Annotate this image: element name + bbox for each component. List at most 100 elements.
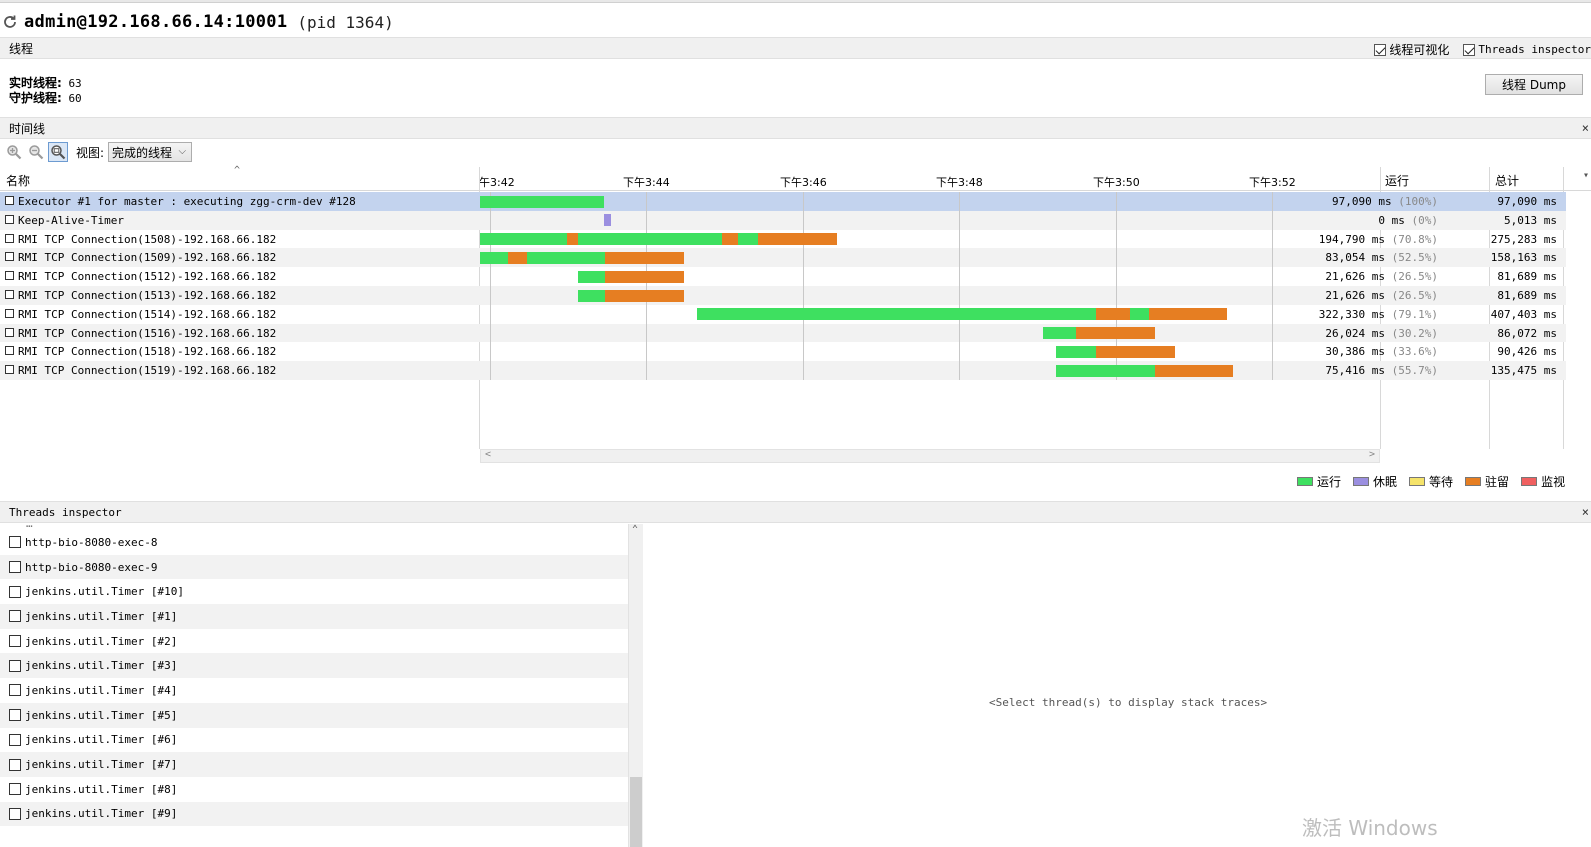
- inspector-list-item[interactable]: jenkins.util.Timer [#3]: [0, 653, 628, 679]
- zoom-in-icon[interactable]: [4, 142, 24, 162]
- inspector-item-checkbox[interactable]: [9, 536, 21, 549]
- thread-state-bar: [1149, 308, 1227, 321]
- view-select[interactable]: 完成的线程 ⌵: [108, 142, 193, 162]
- zoom-fit-icon[interactable]: [48, 142, 68, 162]
- timeline-horizontal-scrollbar[interactable]: < >: [480, 449, 1380, 463]
- thread-row-checkbox[interactable]: [5, 252, 14, 262]
- thread-row[interactable]: RMI TCP Connection(1516)-192.168.66.182 2…: [0, 323, 1566, 343]
- thread-row-checkbox[interactable]: [5, 233, 14, 243]
- legend-item: 等待: [1409, 473, 1453, 490]
- thread-row-name: RMI TCP Connection(1516)-192.168.66.182: [18, 326, 277, 340]
- thread-row[interactable]: Keep-Alive-Timer 0 ms (0%) 5,013 ms: [0, 210, 1566, 230]
- thread-row-run-time: 322,330 ms (79.1%): [1319, 308, 1438, 321]
- inspector-item-checkbox[interactable]: [9, 635, 21, 648]
- legend-label: 等待: [1429, 475, 1454, 489]
- run-column-header[interactable]: 运行: [1385, 172, 1409, 189]
- thread-row-checkbox[interactable]: [5, 196, 14, 205]
- inspector-list-item[interactable]: jenkins.util.Timer [#1]: [0, 604, 628, 629]
- scrollbar-thumb[interactable]: [630, 777, 642, 847]
- thread-row-name: RMI TCP Connection(1518)-192.168.66.182: [18, 345, 277, 359]
- inspector-list-item[interactable]: jenkins.util.Timer [#7]: [0, 752, 628, 777]
- thread-row[interactable]: RMI TCP Connection(1519)-192.168.66.182 7…: [0, 361, 1566, 380]
- thread-row[interactable]: RMI TCP Connection(1509)-192.168.66.182 8…: [0, 248, 1566, 268]
- inspector-item-name: http-bio-8080-exec-9: [25, 560, 158, 574]
- inspector-list-item[interactable]: jenkins.util.Timer [#8]: [0, 777, 628, 802]
- thread-state-bar: [1043, 327, 1076, 340]
- thread-state-bar: [567, 233, 578, 246]
- run-time-value: 75,416 ms: [1325, 364, 1386, 378]
- inspector-item-checkbox[interactable]: [9, 659, 21, 672]
- inspector-list-item[interactable]: jenkins.util.Timer [#5]: [0, 702, 628, 728]
- thread-row-checkbox[interactable]: [5, 289, 14, 299]
- close-icon[interactable]: ×: [1582, 121, 1589, 135]
- thread-state-bar: [480, 233, 567, 246]
- thread-row[interactable]: Executor #1 for master : executing zgg-c…: [0, 192, 1566, 211]
- inspector-item-checkbox[interactable]: [9, 684, 21, 697]
- zoom-out-icon[interactable]: [26, 142, 46, 162]
- thread-row-checkbox[interactable]: [5, 214, 14, 224]
- scroll-right-icon[interactable]: >: [1369, 449, 1375, 460]
- inspector-list-item[interactable]: jenkins.util.Timer [#2]: [0, 629, 628, 654]
- thread-row-checkbox[interactable]: [5, 271, 14, 281]
- scroll-left-icon[interactable]: <: [485, 449, 491, 460]
- thread-row-name: RMI TCP Connection(1514)-192.168.66.182: [18, 307, 277, 321]
- checkbox-checked-icon[interactable]: [1374, 43, 1387, 56]
- run-percent-value: (55.7%): [1391, 364, 1438, 378]
- run-percent-value: (33.6%): [1391, 345, 1438, 359]
- run-percent-value: (52.5%): [1391, 251, 1438, 265]
- timeline-gridline: [959, 192, 960, 380]
- inspector-item-name: jenkins.util.Timer [#4]: [25, 683, 178, 697]
- thread-row-total-time: 135,475 ms: [1490, 364, 1557, 378]
- total-column-header[interactable]: 总计: [1495, 172, 1519, 189]
- column-menu-icon[interactable]: ▾: [1583, 170, 1589, 181]
- thread-row[interactable]: RMI TCP Connection(1518)-192.168.66.182 3…: [0, 342, 1566, 361]
- partial-list-item: …: [26, 522, 33, 530]
- inspector-list-item[interactable]: http-bio-8080-exec-8: [0, 530, 628, 555]
- thread-row-checkbox[interactable]: [5, 308, 14, 318]
- inspector-item-checkbox[interactable]: [9, 610, 21, 623]
- run-percent-value: (26.5%): [1391, 270, 1438, 284]
- inspector-vertical-scrollbar[interactable]: ⌃: [628, 524, 643, 847]
- thread-row-checkbox[interactable]: [5, 365, 14, 375]
- thread-state-bar: [605, 289, 684, 302]
- inspector-item-checkbox[interactable]: [9, 783, 21, 796]
- scroll-up-icon[interactable]: ⌃: [632, 524, 638, 535]
- inspector-list-item[interactable]: jenkins.util.Timer [#9]: [0, 801, 628, 827]
- view-select-value: 完成的线程: [112, 145, 173, 160]
- thread-row-name: Executor #1 for master : executing zgg-c…: [18, 195, 356, 208]
- close-icon[interactable]: ×: [1582, 505, 1589, 519]
- inspector-item-checkbox[interactable]: [9, 807, 21, 820]
- thread-row-checkbox[interactable]: [5, 327, 14, 337]
- thread-row[interactable]: RMI TCP Connection(1512)-192.168.66.182 2…: [0, 267, 1566, 286]
- inspector-item-checkbox[interactable]: [9, 585, 21, 598]
- stack-trace-placeholder: <Select thread(s) to display stack trace…: [989, 696, 1268, 709]
- legend-swatch: [1521, 477, 1538, 486]
- name-column-header[interactable]: 名称: [6, 172, 30, 189]
- thread-state-bar: [508, 251, 527, 264]
- inspector-list-item[interactable]: http-bio-8080-exec-9: [0, 554, 628, 580]
- inspector-item-name: http-bio-8080-exec-8: [25, 535, 158, 549]
- thread-state-bar: [1076, 327, 1155, 340]
- thread-row-name: RMI TCP Connection(1509)-192.168.66.182: [18, 251, 277, 265]
- checkbox-checked-icon[interactable]: [1463, 43, 1476, 56]
- thread-row-run-time: 97,090 ms (100%): [1332, 195, 1438, 208]
- inspector-section-header: Threads inspector ×: [0, 501, 1591, 523]
- run-percent-value: (70.8%): [1391, 232, 1438, 246]
- inspector-item-checkbox[interactable]: [9, 758, 21, 771]
- visualize-threads-label: 线程可视化: [1389, 43, 1450, 57]
- thread-dump-button[interactable]: 线程 Dump: [1485, 74, 1583, 95]
- inspector-item-checkbox[interactable]: [9, 561, 21, 574]
- threads-inspector-checkbox[interactable]: Threads inspector: [1463, 41, 1591, 58]
- inspector-item-name: jenkins.util.Timer [#7]: [25, 758, 178, 772]
- inspector-item-checkbox[interactable]: [9, 733, 21, 746]
- inspector-list-item[interactable]: jenkins.util.Timer [#6]: [0, 728, 628, 753]
- thread-row-checkbox[interactable]: [5, 346, 14, 356]
- refresh-icon[interactable]: [2, 14, 18, 30]
- visualize-threads-checkbox[interactable]: 线程可视化: [1374, 41, 1449, 58]
- inspector-list-item[interactable]: jenkins.util.Timer [#10]: [0, 579, 628, 604]
- inspector-list-item[interactable]: jenkins.util.Timer [#4]: [0, 678, 628, 703]
- thread-row-run-time: 0 ms (0%): [1378, 214, 1438, 227]
- inspector-item-checkbox[interactable]: [9, 709, 21, 722]
- thread-row[interactable]: RMI TCP Connection(1513)-192.168.66.182 2…: [0, 285, 1566, 305]
- thread-state-bar: [1155, 364, 1233, 377]
